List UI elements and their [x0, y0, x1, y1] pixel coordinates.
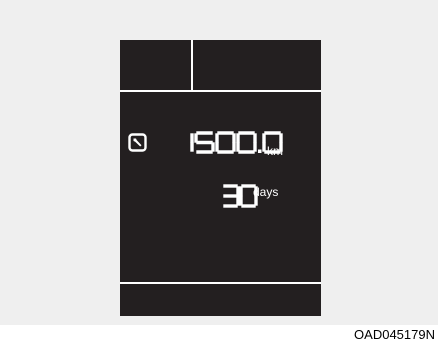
lcd-digit — [194, 131, 215, 154]
lcd-digit — [215, 131, 236, 154]
top-divider-line — [120, 90, 321, 92]
distance-unit-label: km — [267, 144, 283, 158]
decimal-point — [258, 149, 262, 153]
wrench-icon — [128, 133, 147, 152]
lcd-digit — [236, 131, 257, 154]
top-vertical-divider — [191, 40, 193, 90]
days-unit-label: days — [253, 185, 279, 199]
bottom-divider-line — [120, 282, 321, 284]
cluster-lcd-display: km days — [120, 40, 321, 316]
figure-code-label: OAD045179N — [354, 327, 435, 342]
lcd-digit — [223, 184, 240, 208]
